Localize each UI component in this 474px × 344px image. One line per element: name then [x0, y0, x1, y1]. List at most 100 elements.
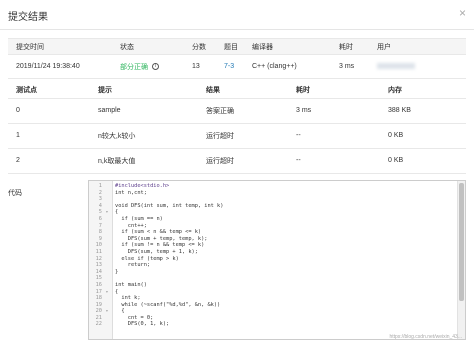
code-text: int n,cnt; [115, 189, 147, 196]
line-number: 5 [98, 209, 102, 216]
case-memory: 388 KB [380, 98, 466, 124]
code-text: DFS(sum + temp, temp, k); [115, 235, 208, 242]
code-line: 10 if (sum != n && temp <= k) [89, 242, 455, 249]
header-hint: 提示 [90, 82, 198, 99]
user-cell [369, 54, 466, 79]
line-number: 16 [95, 281, 102, 288]
code-line: 4 void DFS(int sum, int temp, int k) [89, 203, 455, 210]
header-status: 状态 [112, 38, 184, 55]
compiler: C++ (clang++) [244, 54, 331, 79]
case-result: 运行超时 [198, 148, 288, 174]
line-number: 21 [95, 314, 102, 321]
vertical-scrollbar[interactable] [457, 181, 465, 339]
table-row: 2 n,k取最大值 运行超时 -- 0 KB [8, 148, 466, 174]
code-editor[interactable]: 1 #include<stdio.h> 2 int n,cnt; 3 4 void DFS(… [88, 180, 466, 340]
modal-header: 提交结果 × [0, 0, 474, 30]
code-label: 代码 [8, 190, 22, 197]
line-number: 12 [95, 255, 102, 262]
line-number: 1 [98, 183, 102, 189]
case-time: -- [288, 123, 380, 149]
code-text: cnt = 0; [115, 314, 154, 321]
header-elapsed: 耗时 [331, 38, 369, 55]
problem-cell: 7-3 [216, 54, 244, 79]
score: 13 [184, 54, 216, 79]
code-text: while (~scanf("%d,%d", &n, &k)) [115, 301, 221, 308]
code-line: 17 ▾ { [89, 289, 455, 296]
close-icon[interactable]: × [459, 7, 466, 19]
header-user: 用户 [369, 38, 466, 55]
code-line: 13 return; [89, 262, 455, 269]
line-number: 3 [98, 196, 102, 203]
case-header-row: 测试点 提示 结果 耗时 内存 [8, 82, 466, 99]
case-result: 答案正确 [198, 98, 288, 124]
code-line: 11 DFS(sum, temp + 1, k); [89, 249, 455, 256]
case-id: 0 [8, 98, 90, 124]
line-number: 7 [98, 222, 102, 229]
watermark: https://blog.csdn.net/weixin_43... [389, 334, 462, 340]
line-number: 19 [95, 301, 102, 308]
code-text: DFS(0, 1, k); [115, 321, 170, 328]
submission-header-row: 提交时间 状态 分数 题目 编译器 耗时 用户 [8, 38, 466, 55]
user-name-redacted[interactable] [377, 63, 415, 70]
code-text: if (sum == n) [115, 215, 163, 222]
code-line: 16 int main() [89, 282, 455, 289]
line-number: 17 [95, 288, 102, 295]
line-number: 9 [98, 235, 102, 242]
line-number: 20 [95, 308, 102, 315]
submit-time: 2019/11/24 19:38:40 [8, 54, 112, 79]
case-time: -- [288, 148, 380, 174]
case-result: 运行超时 [198, 123, 288, 149]
line-number: 10 [95, 242, 102, 249]
info-icon[interactable]: i [151, 63, 159, 71]
line-number: 2 [98, 189, 102, 196]
code-lines: 1 #include<stdio.h> 2 int n,cnt; 3 4 void DFS(… [89, 183, 455, 328]
case-hint: n,k取最大值 [90, 148, 198, 174]
header-problem: 题目 [216, 38, 244, 55]
line-number: 6 [98, 215, 102, 222]
code-line: 3 [89, 196, 455, 203]
code-line: 12 else if (temp > k) [89, 256, 455, 263]
header-compiler: 编译器 [244, 38, 331, 55]
code-text: cnt++; [115, 222, 147, 229]
header-case-id: 测试点 [8, 82, 90, 99]
scrollbar-thumb[interactable] [459, 183, 464, 301]
table-row: 1 n较大,k较小 运行超时 -- 0 KB [8, 123, 466, 149]
code-line: 6 if (sum == n) [89, 216, 455, 223]
line-number: 14 [95, 268, 102, 275]
code-text: int main() [115, 281, 147, 288]
code-line: 8 if (sum < n && temp <= k) [89, 229, 455, 236]
code-line: 21 cnt = 0; [89, 315, 455, 322]
submission-row: 2019/11/24 19:38:40 部分正确 i 13 7-3 C++ (c… [8, 54, 466, 79]
code-line: 14} [89, 269, 455, 276]
problem-link[interactable]: 7-3 [224, 63, 234, 70]
elapsed: 3 ms [331, 54, 369, 79]
code-line: 7 cnt++; [89, 223, 455, 230]
line-number: 8 [98, 229, 102, 236]
header-time: 耗时 [288, 82, 380, 99]
status-text: 部分正确 [120, 63, 148, 71]
code-text: else if (temp > k) [115, 255, 179, 262]
fold-toggle-icon[interactable]: ▾ [103, 308, 111, 315]
line-number: 18 [95, 295, 102, 302]
code-text: { [115, 288, 119, 295]
case-id: 1 [8, 123, 90, 149]
fold-toggle-icon[interactable]: ▾ [103, 209, 111, 216]
code-text: if (sum != n && temp <= k) [115, 242, 205, 249]
code-line: 9 DFS(sum + temp, temp, k); [89, 236, 455, 243]
test-case-table: 测试点 提示 结果 耗时 内存 0 sample 答案正确 3 ms 388 K… [8, 82, 466, 174]
fold-toggle-icon[interactable]: ▾ [103, 289, 111, 296]
